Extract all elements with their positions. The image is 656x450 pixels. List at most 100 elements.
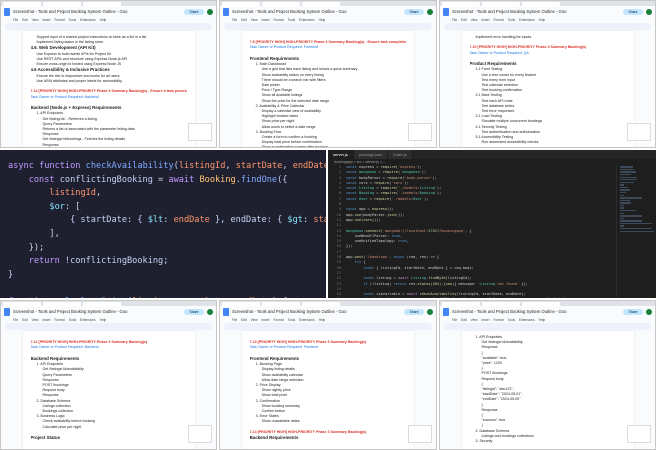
browser-tab[interactable] — [482, 301, 520, 306]
browser-tab[interactable] — [43, 301, 81, 306]
menu-item-file[interactable]: File — [13, 18, 18, 22]
formatting-toolbar[interactable] — [5, 23, 212, 30]
document-title[interactable]: Screenshot - Tools and Project Booking S… — [232, 309, 401, 314]
menu-item-help[interactable]: Help — [100, 318, 107, 322]
browser-tab[interactable] — [302, 301, 340, 306]
docs-logo-icon[interactable] — [443, 307, 449, 316]
menu-item-format[interactable]: Format — [493, 18, 503, 22]
browser-tab[interactable] — [3, 1, 41, 6]
formatting-toolbar[interactable] — [444, 23, 651, 30]
menu-item-file[interactable]: File — [452, 18, 457, 22]
avatar[interactable] — [427, 8, 433, 15]
menu-item-tools[interactable]: Tools — [508, 318, 515, 322]
browser-tab[interactable] — [83, 1, 121, 6]
avatar[interactable] — [207, 8, 213, 15]
browser-tab[interactable] — [302, 1, 340, 6]
document-page[interactable]: 7.13 [PRIORITY HIGH] HIGH-PRIORITY Phase… — [241, 331, 415, 449]
browser-tab[interactable] — [442, 301, 480, 306]
document-title[interactable]: Screenshot - Tools and Project Booking S… — [452, 9, 620, 14]
editor-minimap[interactable] — [616, 165, 656, 298]
browser-tab[interactable] — [43, 1, 81, 6]
avatar[interactable] — [207, 308, 213, 315]
menu-item-view[interactable]: View — [251, 18, 258, 22]
menu-item-tools[interactable]: Tools — [288, 18, 295, 22]
share-button[interactable]: Share — [404, 8, 424, 15]
menu-item-tools[interactable]: Tools — [288, 318, 295, 322]
formatting-toolbar[interactable] — [5, 323, 212, 330]
share-button[interactable]: Share — [623, 8, 643, 15]
share-button[interactable]: Share — [184, 8, 204, 15]
browser-tab[interactable] — [262, 301, 300, 306]
docs-logo-icon[interactable] — [4, 307, 10, 316]
menu-item-edit[interactable]: Edit — [461, 18, 467, 22]
source-code[interactable]: const express = require('express'); const… — [346, 165, 616, 298]
menu-item-view[interactable]: View — [471, 318, 478, 322]
avatar[interactable] — [646, 308, 652, 315]
menu-item-extensions[interactable]: Extensions — [80, 318, 96, 322]
menu-item-extensions[interactable]: Extensions — [299, 18, 315, 22]
browser-tab[interactable] — [222, 1, 260, 6]
docs-logo-icon[interactable] — [223, 307, 229, 316]
formatting-toolbar[interactable] — [224, 323, 432, 330]
browser-tab[interactable] — [3, 301, 41, 306]
formatting-toolbar[interactable] — [444, 323, 651, 330]
docs-logo-icon[interactable] — [223, 7, 229, 16]
menu-item-tools[interactable]: Tools — [69, 18, 76, 22]
share-button[interactable]: Share — [623, 308, 643, 315]
avatar[interactable] — [646, 8, 652, 15]
avatar[interactable] — [427, 308, 433, 315]
menu-item-format[interactable]: Format — [493, 318, 503, 322]
code-editor[interactable]: 1 2 3 4 5 6 7 8 9 10 11 12 13 14 15 16 17 18 19 20 21 22 23 24 2… — [328, 165, 616, 298]
menu-item-format[interactable]: Format — [273, 18, 283, 22]
menu-item-format[interactable]: Format — [273, 318, 283, 322]
document-page[interactable]: Support input of a shared project instru… — [22, 31, 195, 147]
menu-item-format[interactable]: Format — [54, 318, 64, 322]
docs-logo-icon[interactable] — [443, 7, 449, 16]
menu-item-insert[interactable]: Insert — [43, 318, 51, 322]
document-page[interactable]: 1. API Endpoints Get /listings/:id/availa… — [461, 331, 634, 449]
document-page[interactable]: 7.12 [PRIORITY HIGH] HIGH-PRIORITY Phase… — [22, 331, 195, 449]
menu-item-view[interactable]: View — [32, 18, 39, 22]
menu-item-extensions[interactable]: Extensions — [80, 18, 96, 22]
menu-item-edit[interactable]: Edit — [22, 318, 28, 322]
menu-item-insert[interactable]: Insert — [262, 318, 270, 322]
browser-tab[interactable] — [482, 1, 520, 6]
editor-tab[interactable]: server.js — [328, 150, 354, 159]
menu-item-format[interactable]: Format — [54, 18, 64, 22]
menu-item-help[interactable]: Help — [319, 318, 326, 322]
document-title[interactable]: Screenshot - Tools and Project Booking S… — [232, 9, 401, 14]
menu-item-tools[interactable]: Tools — [508, 18, 515, 22]
menu-item-edit[interactable]: Edit — [241, 318, 247, 322]
share-button[interactable]: Share — [404, 308, 424, 315]
document-title[interactable]: Screenshot - Tools and Project Booking S… — [452, 309, 620, 314]
document-title[interactable]: Screenshot - Tools and Project Booking S… — [13, 309, 181, 314]
menu-item-insert[interactable]: Insert — [482, 18, 490, 22]
menu-item-view[interactable]: View — [471, 18, 478, 22]
menu-item-view[interactable]: View — [251, 318, 258, 322]
editor-tab[interactable]: index.js — [388, 150, 414, 159]
menu-item-tools[interactable]: Tools — [69, 318, 76, 322]
menu-item-help[interactable]: Help — [539, 18, 546, 22]
menu-item-view[interactable]: View — [32, 318, 39, 322]
browser-tab[interactable] — [222, 301, 260, 306]
browser-tab[interactable] — [442, 1, 480, 6]
menu-item-file[interactable]: File — [13, 318, 18, 322]
menu-item-file[interactable]: File — [232, 318, 237, 322]
browser-tab[interactable] — [262, 1, 300, 6]
menu-item-extensions[interactable]: Extensions — [299, 318, 315, 322]
menu-item-insert[interactable]: Insert — [482, 318, 490, 322]
menu-item-help[interactable]: Help — [539, 318, 546, 322]
menu-item-insert[interactable]: Insert — [262, 18, 270, 22]
document-page[interactable]: Implement error handling for inputs 7.10… — [461, 31, 634, 147]
formatting-toolbar[interactable] — [224, 23, 432, 30]
menu-item-help[interactable]: Help — [100, 18, 107, 22]
document-page[interactable]: 7.8 [PRIORITY HIGH] HIGH-PRIORITY Phase … — [241, 31, 415, 147]
editor-tab[interactable]: package.json — [353, 150, 389, 159]
menu-item-extensions[interactable]: Extensions — [519, 18, 535, 22]
menu-item-file[interactable]: File — [232, 18, 237, 22]
menu-item-help[interactable]: Help — [319, 18, 326, 22]
menu-item-edit[interactable]: Edit — [22, 18, 28, 22]
docs-logo-icon[interactable] — [4, 7, 10, 16]
menu-item-edit[interactable]: Edit — [241, 18, 247, 22]
share-button[interactable]: Share — [184, 308, 204, 315]
